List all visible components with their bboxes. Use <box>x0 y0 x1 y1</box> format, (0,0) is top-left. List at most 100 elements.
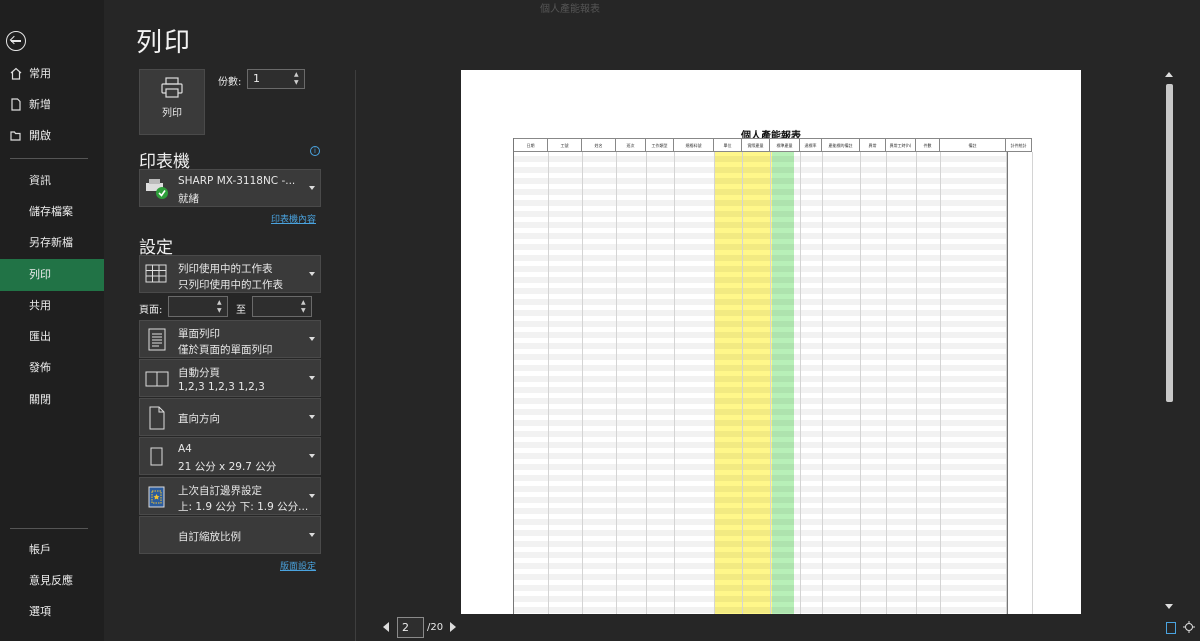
page-setup-link[interactable]: 版面設定 <box>280 559 316 572</box>
nav-item-label: 共用 <box>29 299 51 312</box>
show-margins-icon[interactable] <box>1166 622 1176 634</box>
column-divider <box>800 152 801 614</box>
print-preview-page: 個人產能報表 日期 工號 姓名 班次 工作類型 規格料號 單位 實際產量 標準產量 達標率 產能標的… <box>461 70 1081 614</box>
paper-size-dropdown[interactable]: A4 21 公分 x 29.7 公分 <box>139 437 321 475</box>
nav-item-options[interactable]: 選項 <box>0 596 104 628</box>
nav-item-print[interactable]: 列印 <box>0 259 104 291</box>
table-row <box>514 552 1007 558</box>
single-sided-icon <box>148 328 166 351</box>
column-header: 標準產量 <box>770 138 800 152</box>
column-divider <box>822 152 823 614</box>
column-header: 班次 <box>616 138 646 152</box>
next-page-icon[interactable] <box>450 622 456 632</box>
table-row <box>514 431 1007 437</box>
printer-properties-link[interactable]: 印表機內容 <box>271 212 316 225</box>
portrait-icon <box>149 406 165 430</box>
pages-from-input[interactable]: ▲ ▼ <box>168 296 228 317</box>
printer-name: SHARP MX-3118NC -... <box>178 175 296 187</box>
margins-dropdown[interactable]: 上次自訂邊界設定 上: 1.9 公分 下: 1.9 公分... <box>139 477 321 515</box>
table-row <box>514 442 1007 448</box>
chevron-down-icon <box>309 494 315 498</box>
printer-dropdown[interactable]: SHARP MX-3118NC -... 就緒 <box>139 169 321 207</box>
table-row <box>514 563 1007 569</box>
printer-status: 就緒 <box>178 193 199 205</box>
sides-dropdown[interactable]: 單面列印 僅於頁面的單面列印 <box>139 320 321 358</box>
column-divider <box>940 152 941 614</box>
preview-table: 日期 工號 姓名 班次 工作類型 規格料號 單位 實際產量 標準產量 達標率 產能標的備註 異常 異常工… <box>513 138 1033 614</box>
backstage-nav: 常用 新增 開啟 資訊 儲存檔案 另存新檔 列印 共用 匯出 發佈 關閉 帳戶 … <box>0 0 104 641</box>
orientation-dropdown[interactable]: 直向方向 <box>139 398 321 436</box>
nav-item-label: 關閉 <box>29 393 51 406</box>
print-button[interactable]: 列印 <box>139 69 205 135</box>
scroll-up-icon[interactable] <box>1165 72 1173 77</box>
printer-ready-icon <box>146 179 168 199</box>
table-row <box>514 321 1007 327</box>
new-file-icon <box>11 98 21 111</box>
column-divider <box>582 152 583 614</box>
table-row <box>514 244 1007 250</box>
table-row <box>514 211 1007 217</box>
column-header: 件數 <box>916 138 940 152</box>
dropdown-line1: 單面列印 <box>178 328 220 340</box>
nav-item-export[interactable]: 匯出 <box>0 321 104 353</box>
spin-arrows-icon[interactable]: ▲ ▼ <box>301 299 309 315</box>
dropdown-line2: 只列印使用中的工作表 <box>178 279 283 291</box>
nav-item-home[interactable]: 常用 <box>0 58 104 90</box>
copies-value: 1 <box>253 72 260 85</box>
collate-dropdown[interactable]: 自動分頁 1,2,3 1,2,3 1,2,3 <box>139 359 321 397</box>
chevron-down-icon <box>309 454 315 458</box>
column-header: 單位 <box>714 138 742 152</box>
nav-item-feedback[interactable]: 意見反應 <box>0 565 104 597</box>
nav-item-open[interactable]: 開啟 <box>0 120 104 152</box>
scaling-dropdown[interactable]: 自訂縮放比例 <box>139 516 321 554</box>
spin-arrows-icon[interactable]: ▲ ▼ <box>217 299 225 315</box>
table-row <box>514 376 1007 382</box>
table-row <box>514 585 1007 591</box>
nav-item-share[interactable]: 共用 <box>0 290 104 322</box>
zoom-to-page-icon[interactable] <box>1183 621 1195 633</box>
table-row <box>514 365 1007 371</box>
spin-arrows-icon[interactable]: ▲ ▼ <box>294 71 302 87</box>
back-arrow-icon[interactable] <box>6 31 26 51</box>
nav-item-label: 常用 <box>29 67 51 80</box>
scroll-down-icon[interactable] <box>1165 604 1173 609</box>
dropdown-line2: 僅於頁面的單面列印 <box>178 344 273 356</box>
column-header: 規格料號 <box>674 138 714 152</box>
current-page-input[interactable]: 2 <box>397 617 424 638</box>
column-header: 姓名 <box>582 138 616 152</box>
column-divider <box>616 152 617 614</box>
table-row <box>514 343 1007 349</box>
current-page-value: 2 <box>402 621 409 634</box>
copies-stepper[interactable]: 1 ▲ ▼ <box>247 69 305 89</box>
column-divider <box>646 152 647 614</box>
chevron-down-icon <box>309 415 315 419</box>
column-divider <box>674 152 675 614</box>
nav-item-close[interactable]: 關閉 <box>0 384 104 416</box>
column-header: 達標率 <box>800 138 822 152</box>
info-icon[interactable]: i <box>310 146 320 156</box>
table-row <box>514 200 1007 206</box>
scrollbar-thumb[interactable] <box>1166 84 1173 402</box>
margins-icon <box>148 486 165 508</box>
nav-item-new[interactable]: 新增 <box>0 89 104 121</box>
table-row <box>514 299 1007 305</box>
column-divider <box>1006 152 1007 614</box>
pages-to-input[interactable]: ▲ ▼ <box>252 296 312 317</box>
dropdown-line2: 21 公分 x 29.7 公分 <box>178 461 277 473</box>
table-row <box>514 288 1007 294</box>
nav-item-info[interactable]: 資訊 <box>0 165 104 197</box>
print-what-dropdown[interactable]: 列印使用中的工作表 只列印使用中的工作表 <box>139 255 321 293</box>
table-row <box>514 398 1007 404</box>
nav-item-account[interactable]: 帳戶 <box>0 534 104 566</box>
nav-item-publish[interactable]: 發佈 <box>0 352 104 384</box>
table-row <box>514 574 1007 580</box>
copies-label: 份數: <box>218 77 242 88</box>
pages-label: 頁面: <box>139 305 163 316</box>
nav-item-save-as[interactable]: 另存新檔 <box>0 227 104 259</box>
nav-item-save[interactable]: 儲存檔案 <box>0 196 104 228</box>
previous-page-icon[interactable] <box>383 622 389 632</box>
table-row <box>514 266 1007 272</box>
table-row <box>514 497 1007 503</box>
table-row <box>514 332 1007 338</box>
dropdown-line1: 直向方向 <box>178 413 220 425</box>
